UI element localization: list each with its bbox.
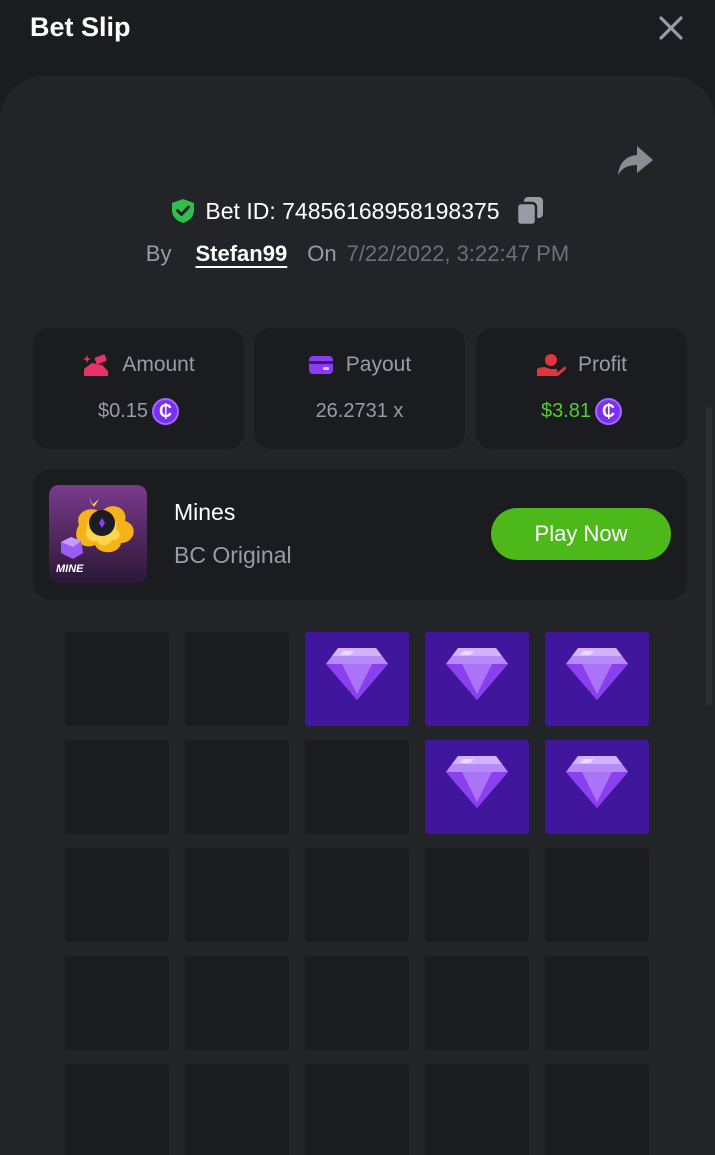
close-icon bbox=[659, 16, 683, 40]
profit-card: Profit $3.81 ₵ bbox=[476, 328, 687, 449]
play-now-button[interactable]: Play Now bbox=[491, 508, 671, 560]
grid-cell bbox=[425, 956, 529, 1050]
game-card: MINE Mines BC Original Play Now bbox=[33, 469, 687, 600]
bet-id-text: Bet ID: 74856168958198375 bbox=[205, 197, 500, 224]
money-hand-icon bbox=[83, 354, 109, 376]
grid-cell bbox=[65, 1064, 169, 1155]
bet-author-row: By Stefan99 On 7/22/2022, 3:22:47 PM bbox=[0, 236, 715, 272]
bet-datetime: 7/22/2022, 3:22:47 PM bbox=[346, 241, 570, 266]
grid-cell-gem bbox=[545, 740, 649, 834]
profit-hand-icon bbox=[536, 354, 566, 376]
header-bar: Bet Slip bbox=[0, 0, 715, 56]
by-label: By bbox=[145, 241, 172, 266]
grid-cell bbox=[185, 956, 289, 1050]
shield-check-icon bbox=[172, 199, 195, 223]
grid-cell bbox=[305, 1064, 409, 1155]
grid-cell bbox=[185, 740, 289, 834]
page-title: Bet Slip bbox=[30, 12, 131, 42]
grid-cell bbox=[545, 956, 649, 1050]
share-icon bbox=[618, 146, 653, 175]
grid-cell bbox=[185, 848, 289, 942]
copy-icon bbox=[515, 197, 543, 227]
game-thumbnail[interactable]: MINE bbox=[49, 485, 147, 583]
grid-cell bbox=[65, 632, 169, 726]
game-provider: BC Original bbox=[174, 542, 292, 568]
profit-value: $3.81 bbox=[540, 399, 592, 422]
grid-cell bbox=[185, 1064, 289, 1155]
amount-value: $0.15 bbox=[97, 399, 149, 422]
game-name: Mines bbox=[174, 499, 236, 525]
grid-cell-gem bbox=[425, 632, 529, 726]
grid-cell bbox=[305, 848, 409, 942]
grid-cell bbox=[545, 1064, 649, 1155]
gem-icon bbox=[326, 648, 388, 700]
grid-cell bbox=[305, 740, 409, 834]
share-button[interactable] bbox=[615, 142, 655, 180]
grid-cell bbox=[425, 1064, 529, 1155]
payout-label: Payout bbox=[345, 353, 412, 376]
game-thumb-label: MINE bbox=[56, 563, 84, 575]
coin-icon: ₵ bbox=[595, 397, 623, 425]
grid-cell bbox=[425, 848, 529, 942]
amount-card: Amount $0.15 ₵ bbox=[33, 328, 244, 449]
bet-id-row: Bet ID: 74856168958198375 bbox=[0, 192, 715, 230]
scrollbar[interactable] bbox=[706, 406, 712, 706]
gem-icon bbox=[566, 756, 628, 808]
grid-cell bbox=[65, 848, 169, 942]
copy-button[interactable] bbox=[515, 196, 544, 227]
on-label: On bbox=[307, 241, 337, 266]
grid-cell bbox=[545, 848, 649, 942]
grid-cell bbox=[305, 956, 409, 1050]
profit-label: Profit bbox=[577, 353, 627, 376]
gem-icon bbox=[446, 756, 508, 808]
close-button[interactable] bbox=[654, 11, 688, 45]
payout-card: Payout 26.2731 x bbox=[254, 328, 465, 449]
payout-value: 26.2731 x bbox=[315, 399, 404, 422]
username-link[interactable]: Stefan99 bbox=[195, 241, 287, 267]
coin-icon: ₵ bbox=[152, 397, 180, 425]
gem-icon bbox=[446, 648, 508, 700]
gem-icon bbox=[566, 648, 628, 700]
amount-label: Amount bbox=[122, 353, 195, 376]
card-icon bbox=[308, 356, 333, 374]
grid-cell bbox=[65, 740, 169, 834]
grid-cell-gem bbox=[425, 740, 529, 834]
grid-cell-gem bbox=[545, 632, 649, 726]
grid-cell bbox=[185, 632, 289, 726]
grid-cell-gem bbox=[305, 632, 409, 726]
grid-cell bbox=[65, 956, 169, 1050]
